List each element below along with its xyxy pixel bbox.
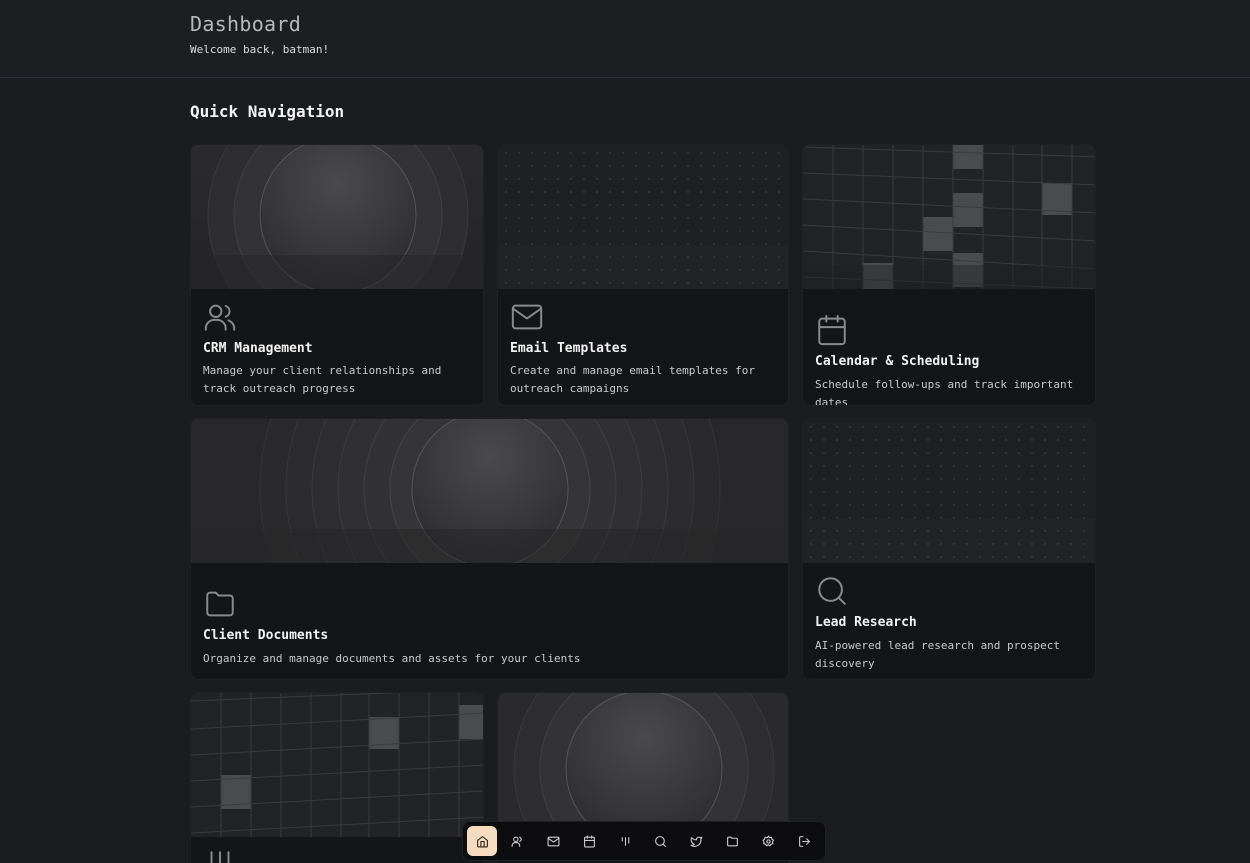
card-title: Email Templates (510, 341, 628, 356)
search-icon (655, 835, 667, 847)
page-title: Dashboard (190, 12, 302, 36)
grid-pattern (191, 693, 483, 837)
welcome-message: Welcome back, batman! (190, 43, 330, 56)
columns-icon (621, 836, 629, 846)
lead-research-card[interactable]: Lead Research AI-powered lead research a… (802, 418, 1096, 680)
dock-columns-button[interactable] (610, 826, 640, 856)
dots-pattern (498, 145, 788, 289)
card-description: AI-powered lead research and prospect di… (815, 639, 1061, 670)
bottom-dock (462, 821, 826, 861)
dock-folder-button[interactable] (718, 826, 748, 856)
home-icon (476, 835, 488, 847)
logout-icon (798, 835, 810, 847)
mail-icon (510, 300, 544, 334)
dock-logout-button[interactable] (789, 826, 819, 856)
dock-search-button[interactable] (646, 826, 676, 856)
dock-mail-button[interactable] (539, 826, 569, 856)
dots-pattern (803, 419, 1095, 563)
users-icon (511, 836, 522, 847)
mail-icon (547, 836, 560, 846)
page-header: Dashboard Welcome back, batman! (0, 0, 1250, 78)
section-title: Quick Navigation (190, 102, 345, 121)
card-title: Lead Research (815, 615, 917, 630)
search-icon (815, 574, 849, 608)
card-title: CRM Management (203, 341, 313, 356)
gear-icon (762, 835, 774, 846)
card-title: Client Documents (203, 628, 329, 643)
circles-pattern (498, 693, 788, 837)
calendar-icon (583, 835, 595, 847)
calendar-icon (815, 313, 849, 347)
card-description: Create and manage email templates for ou… (510, 364, 756, 395)
columns-icon (203, 848, 237, 863)
circles-pattern (191, 419, 788, 563)
card-title: Calendar & Scheduling (815, 354, 980, 369)
email-templates-card[interactable]: Email Templates Create and manage email … (497, 144, 789, 406)
folder-icon (203, 587, 237, 621)
dock-settings-button[interactable] (753, 826, 783, 856)
dock-calendar-button[interactable] (574, 826, 604, 856)
crm-management-card[interactable]: CRM Management Manage your client relati… (190, 144, 484, 406)
dock-twitter-button[interactable] (682, 826, 712, 856)
calendar-scheduling-card[interactable]: Calendar & Scheduling Schedule follow-up… (802, 144, 1096, 406)
circles-pattern (191, 145, 483, 289)
navigation-card[interactable] (190, 692, 484, 863)
twitter-icon (690, 836, 703, 847)
grid-pattern (803, 145, 1095, 289)
users-icon (203, 300, 237, 334)
dock-users-button[interactable] (503, 826, 533, 856)
client-documents-card[interactable]: Client Documents Organize and manage doc… (190, 418, 789, 680)
dock-home-button[interactable] (467, 826, 497, 856)
folder-icon (727, 836, 738, 846)
card-description: Schedule follow-ups and track important … (815, 378, 1074, 406)
card-description: Manage your client relationships and tra… (203, 364, 442, 395)
card-description: Organize and manage documents and assets… (203, 652, 581, 665)
